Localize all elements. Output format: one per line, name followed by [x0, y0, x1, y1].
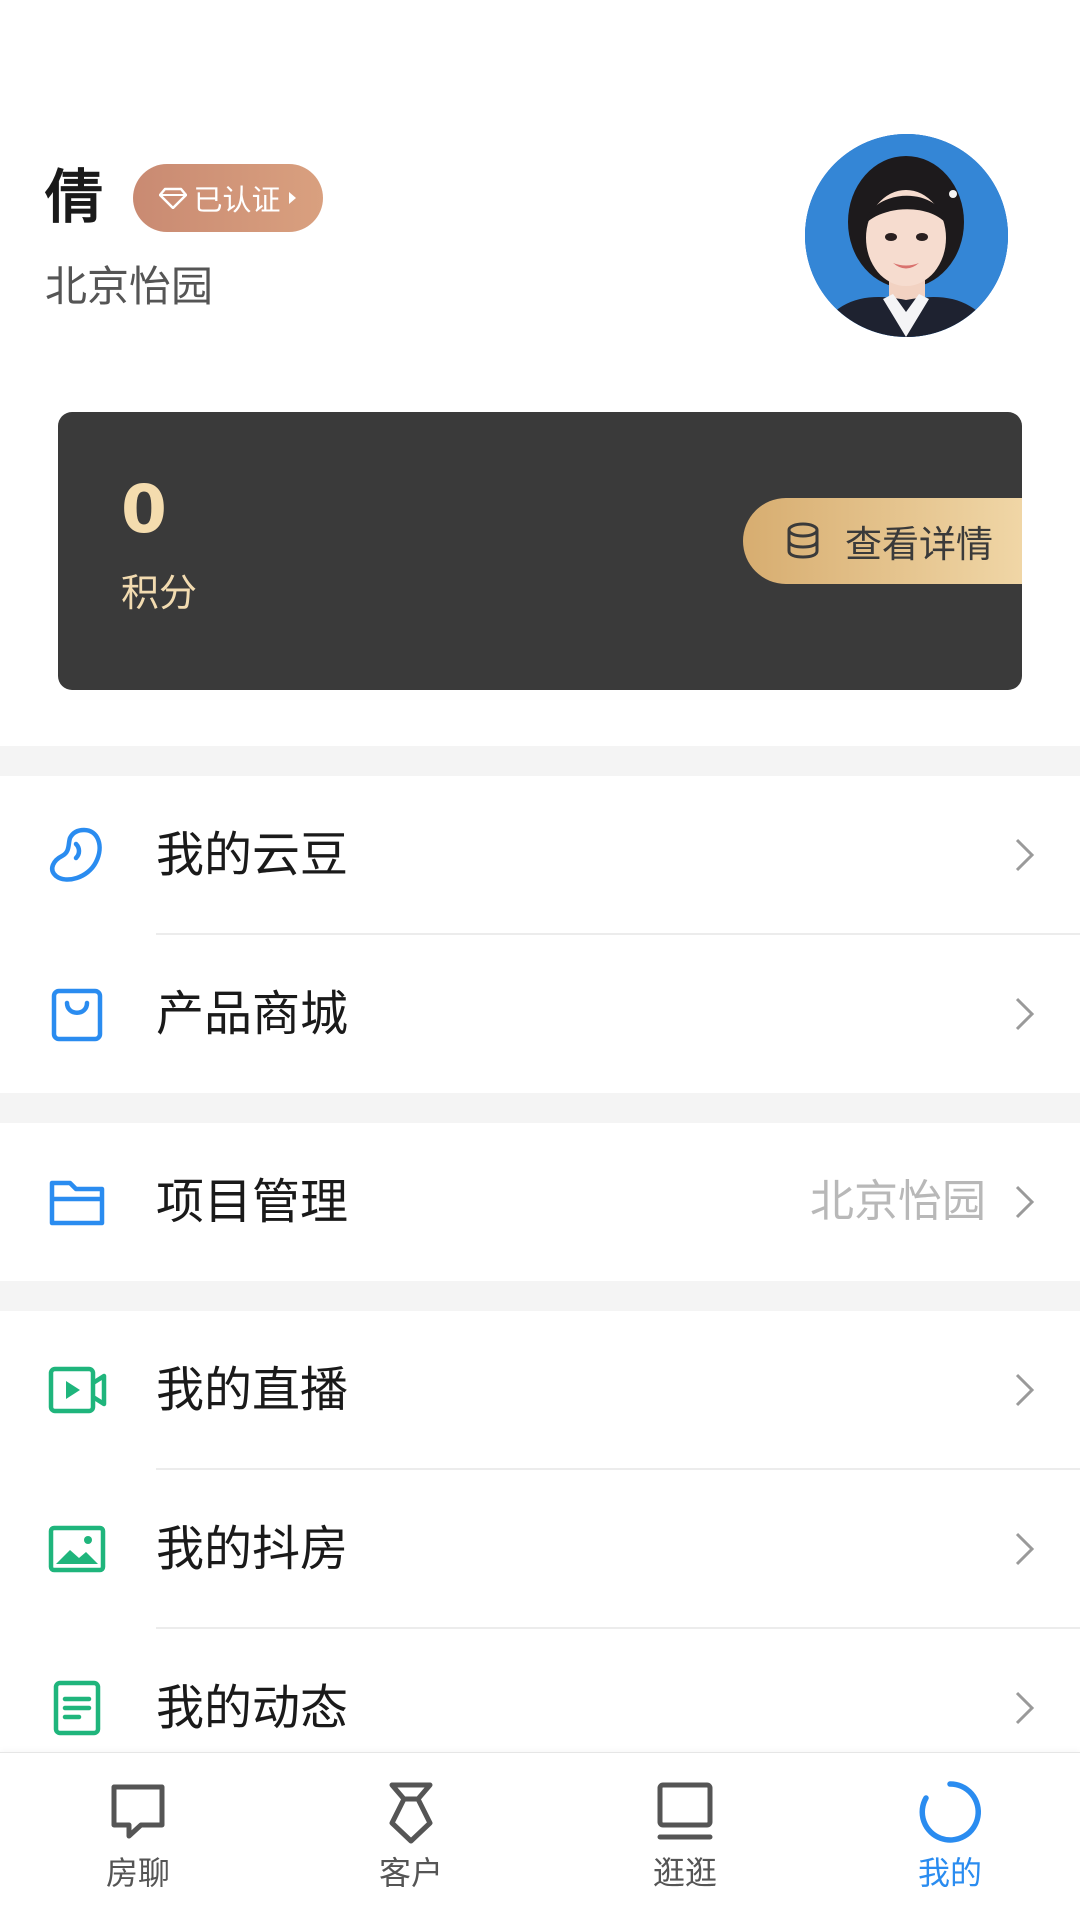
tab-house-chat[interactable]: 房聊: [38, 1753, 238, 1920]
coins-icon: [787, 522, 819, 559]
laptop-icon: [652, 1779, 718, 1845]
tab-mine[interactable]: 我的: [850, 1753, 1050, 1920]
diamond-icon: [159, 187, 188, 209]
avatar[interactable]: [805, 134, 1008, 337]
verified-badge[interactable]: 已认证: [133, 164, 323, 232]
document-icon: [46, 1677, 108, 1739]
profile-ring-icon: [917, 1779, 983, 1845]
menu-item-product-mall[interactable]: 产品商城: [0, 935, 1080, 1093]
tab-customers[interactable]: 客户: [311, 1753, 511, 1920]
chevron-right-icon: [1014, 1531, 1036, 1567]
chevron-right-icon: [1014, 1184, 1036, 1220]
menu-item-my-short-videos[interactable]: 我的抖房: [0, 1470, 1080, 1628]
caret-right-icon: [288, 192, 296, 204]
tab-browse[interactable]: 逛逛: [585, 1753, 785, 1920]
tie-icon: [378, 1779, 444, 1845]
points-value: 0: [121, 471, 167, 548]
menu-item-label: 项目管理: [156, 1174, 349, 1230]
my-profile-screen: 倩 已认证 北京怡园 0 积分 查看详情 我的云豆 产品商城 项目管理 北京怡园…: [0, 0, 1080, 1920]
profile-name: 倩: [45, 163, 104, 231]
verified-label: 已认证: [193, 183, 281, 217]
section-divider: [0, 1281, 1080, 1311]
shopping-bag-icon: [46, 983, 108, 1045]
profile-project-name: 北京怡园: [45, 262, 214, 311]
menu-item-label: 我的云豆: [156, 827, 349, 883]
bottom-tab-bar: 房聊 客户 逛逛 我的: [0, 1752, 1080, 1920]
avatar-photo: [805, 134, 1008, 337]
menu-item-my-cloud-beans[interactable]: 我的云豆: [0, 776, 1080, 934]
menu-item-label: 我的直播: [156, 1362, 349, 1418]
chat-icon: [105, 1779, 171, 1845]
menu-item-my-live[interactable]: 我的直播: [0, 1311, 1080, 1469]
tab-label: 我的: [917, 1854, 982, 1892]
menu-item-label: 我的抖房: [156, 1521, 349, 1577]
chevron-right-icon: [1014, 1372, 1036, 1408]
menu-item-label: 产品商城: [156, 986, 349, 1042]
points-card: 0 积分 查看详情: [58, 412, 1022, 690]
view-details-label: 查看详情: [845, 523, 993, 566]
live-video-icon: [46, 1359, 108, 1421]
current-project-value: 北京怡园: [810, 1176, 986, 1227]
section-divider: [0, 746, 1080, 776]
view-details-button[interactable]: 查看详情: [743, 498, 1022, 584]
section-divider: [0, 1093, 1080, 1123]
chevron-right-icon: [1014, 996, 1036, 1032]
menu-item-project-management[interactable]: 项目管理 北京怡园: [0, 1123, 1080, 1281]
image-icon: [46, 1518, 108, 1580]
chevron-right-icon: [1014, 837, 1036, 873]
chevron-right-icon: [1014, 1690, 1036, 1726]
points-label: 积分: [121, 571, 198, 615]
tab-label: 房聊: [105, 1854, 170, 1892]
tab-label: 逛逛: [652, 1854, 717, 1892]
folder-icon: [46, 1171, 108, 1233]
menu-item-label: 我的动态: [156, 1680, 349, 1736]
bean-icon: [46, 824, 108, 886]
tab-label: 客户: [378, 1854, 443, 1892]
